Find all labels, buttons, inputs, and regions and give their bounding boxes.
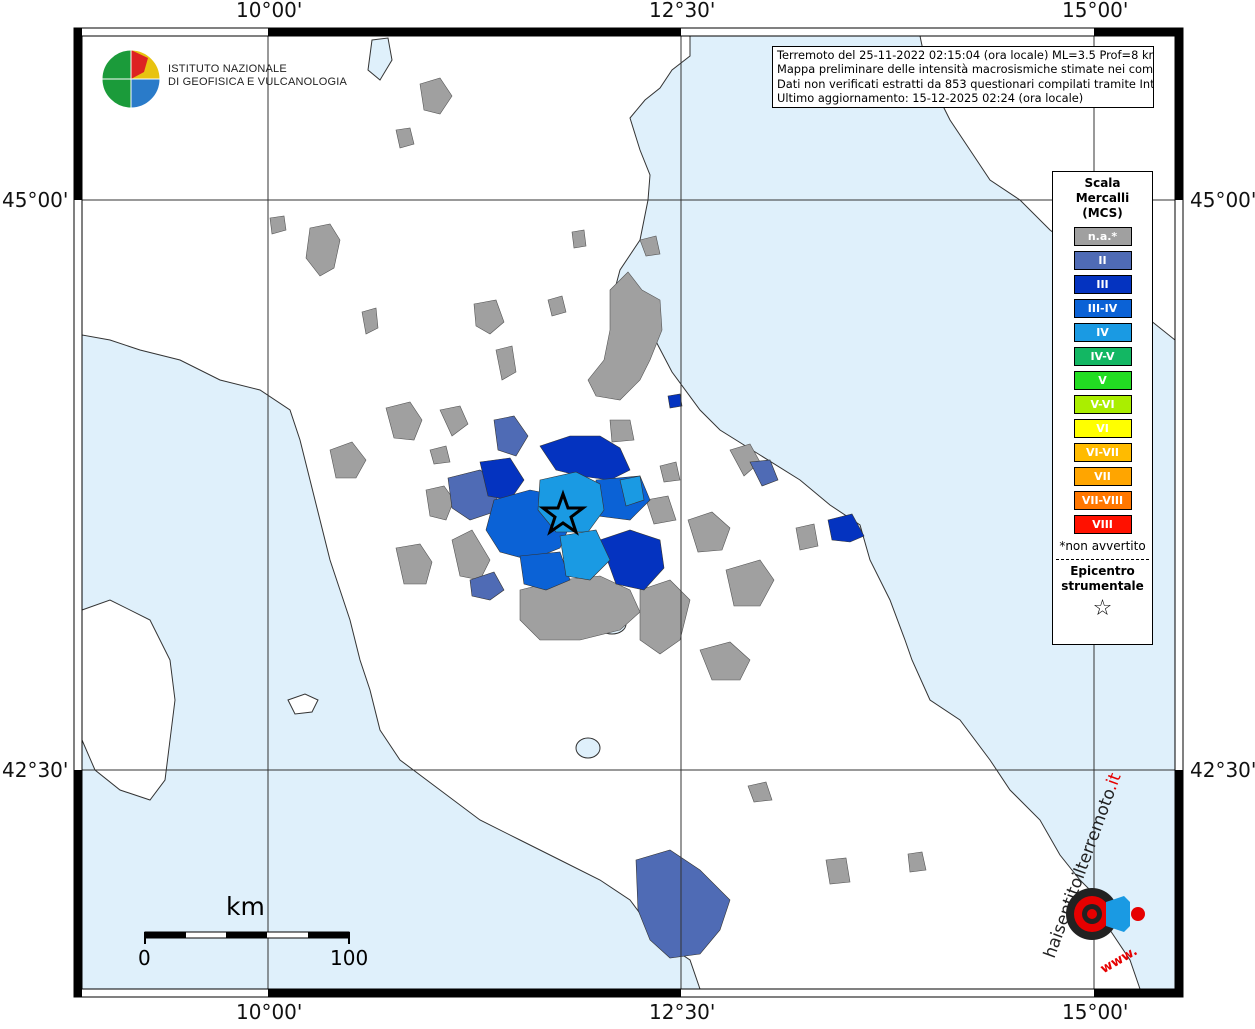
mcs-legend: Scala Mercalli (MCS) n.a.* II III III-IV IV I…	[1052, 171, 1153, 645]
ingv-name: ISTITUTO NAZIONALE DI GEOFISICA E VULCAN…	[168, 63, 347, 89]
legend-note: *non avvertito	[1059, 539, 1146, 553]
legend-swatch: IV-V	[1073, 347, 1132, 366]
legend-title-line2: Mercalli	[1075, 191, 1130, 205]
intensity-map: ISTITUTO NAZIONALE DI GEOFISICA E VULCAN…	[0, 0, 1255, 1024]
lat-label-right-2: 42°30'	[1190, 758, 1255, 782]
ingv-name-line2: DI GEOFISICA E VULCANOLOGIA	[168, 76, 347, 88]
legend-star-icon: ☆	[1092, 596, 1113, 621]
lat-label-left-1: 45°00'	[2, 188, 69, 212]
lake-bolsena	[575, 737, 601, 759]
legend-swatch: V	[1073, 371, 1132, 390]
lon-label-bottom-3: 15°00'	[1062, 1000, 1129, 1024]
legend-swatch: III-IV	[1073, 299, 1132, 318]
legend-title-line1: Scala	[1084, 176, 1121, 190]
legend-swatches: n.a.* II III III-IV IV IV-V V V-VI VI VI-VII VII VI…	[1053, 227, 1152, 534]
legend-swatch: n.a.*	[1073, 227, 1132, 246]
legend-swatch: VI	[1073, 419, 1132, 438]
lon-label-bottom-1: 10°00'	[236, 1000, 303, 1024]
legend-swatch: VII-VIII	[1073, 491, 1132, 510]
event-info-line1: Terremoto del 25-11-2022 02:15:04 (ora l…	[777, 48, 1154, 62]
lat-label-left-2: 42°30'	[2, 758, 69, 782]
legend-swatch: VIII	[1073, 515, 1132, 534]
legend-swatch: III	[1073, 275, 1132, 294]
lon-label-top-1: 10°00'	[236, 0, 303, 22]
event-info-line4: Ultimo aggiornamento: 15-12-2025 02:24 (…	[777, 90, 1084, 105]
ingv-globe-icon	[101, 49, 161, 109]
legend-swatch: VI-VII	[1073, 443, 1132, 462]
lat-label-right-1: 45°00'	[1190, 188, 1255, 212]
scale-unit: km	[226, 892, 265, 921]
legend-swatch: IV	[1073, 323, 1132, 342]
event-info-box: Terremoto del 25-11-2022 02:15:04 (ora l…	[772, 46, 1154, 108]
legend-epicenter-line2: strumentale	[1061, 579, 1144, 593]
legend-title: Scala Mercalli (MCS)	[1053, 176, 1152, 221]
lon-label-bottom-2: 12°30'	[649, 1000, 716, 1024]
event-info-line2: Mappa preliminare delle intensità macros…	[777, 62, 1154, 77]
legend-swatch: V-VI	[1073, 395, 1132, 414]
legend-separator	[1056, 559, 1149, 560]
legend-swatch: VII	[1073, 467, 1132, 486]
ingv-name-line1: ISTITUTO NAZIONALE	[168, 63, 287, 75]
scale-min: 0	[138, 946, 151, 970]
lon-label-top-2: 12°30'	[649, 0, 716, 22]
scale-max: 100	[330, 946, 369, 970]
legend-swatch: II	[1073, 251, 1132, 270]
legend-epicenter-label: Epicentro strumentale	[1053, 564, 1152, 594]
lon-label-top-3: 15°00'	[1062, 0, 1129, 22]
legend-epicenter-line1: Epicentro	[1070, 564, 1135, 578]
event-info-line3: Dati non verificati estratti da 853 ques…	[777, 76, 1154, 91]
legend-title-line3: (MCS)	[1082, 206, 1123, 220]
